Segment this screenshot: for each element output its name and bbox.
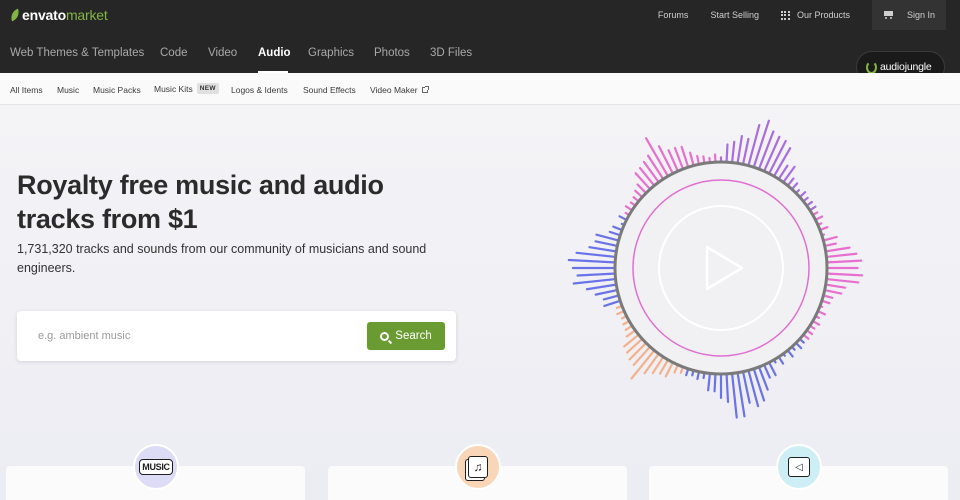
audiojungle-label: audiojungle <box>880 61 932 73</box>
video-maker-label: Video Maker <box>370 85 418 95</box>
music-category-icon: MUSIC <box>133 444 179 490</box>
top-bar: envato market Forums Start Selling Our P… <box>0 0 960 30</box>
cat-web-themes[interactable]: Web Themes & Templates <box>10 47 144 59</box>
search-button[interactable]: Search <box>367 322 445 350</box>
music-kits-label: Music Kits <box>154 83 193 94</box>
sub-music[interactable]: Music <box>57 85 79 95</box>
sub-video-maker[interactable]: Video Maker <box>370 85 429 95</box>
new-badge: NEW <box>196 83 219 94</box>
player-disc <box>613 160 829 376</box>
sub-nav: All Items Music Music Packs Music Kits N… <box>0 73 960 105</box>
search-icon <box>380 331 390 341</box>
grid-icon <box>780 10 790 20</box>
music-pack-icon: ♫ <box>468 456 488 478</box>
audio-visualizer <box>567 119 864 419</box>
search-input[interactable] <box>29 323 359 349</box>
envato-market-logo[interactable]: envato market <box>8 6 108 24</box>
sub-sound-effects[interactable]: Sound Effects <box>303 85 356 95</box>
hero-headline: Royalty free music and audio tracks from… <box>17 170 384 234</box>
sub-all-items[interactable]: All Items <box>10 85 43 95</box>
sub-music-kits[interactable]: Music Kits NEW <box>154 83 219 94</box>
start-selling-link[interactable]: Start Selling <box>710 10 759 20</box>
leaf-icon <box>8 8 22 22</box>
hero-subline: 1,731,320 tracks and sounds from our com… <box>17 242 427 275</box>
top-links: Forums Start Selling Our Products Sign I… <box>658 0 960 30</box>
speaker-icon: ◁ <box>788 457 810 477</box>
sub-music-packs[interactable]: Music Packs <box>93 85 141 95</box>
cart-icon <box>883 10 895 20</box>
search-button-label: Search <box>395 330 432 342</box>
visualizer-bar <box>567 258 623 264</box>
sound-effects-category-icon: ◁ <box>776 444 822 490</box>
cat-3d-files[interactable]: 3D Files <box>430 47 472 59</box>
sign-in-label: Sign In <box>906 10 936 20</box>
cat-audio[interactable]: Audio <box>258 47 291 59</box>
logo-suffix: market <box>65 7 108 23</box>
cat-code[interactable]: Code <box>160 47 188 59</box>
external-link-icon <box>421 86 429 93</box>
our-products-link[interactable]: Our Products <box>780 10 850 20</box>
our-products-label: Our Products <box>796 10 850 20</box>
music-tag-icon: MUSIC <box>139 459 173 475</box>
music-pack-category-icon: ♫ <box>455 444 501 490</box>
cat-graphics[interactable]: Graphics <box>308 47 354 59</box>
category-nav: Web Themes & Templates Code Video Audio … <box>0 30 960 73</box>
cat-video[interactable]: Video <box>208 47 237 59</box>
forums-link[interactable]: Forums <box>658 10 689 20</box>
search-box: Search <box>17 311 456 361</box>
audiojungle-logo-icon <box>866 60 877 74</box>
visualizer-bar <box>730 366 738 419</box>
cat-photos[interactable]: Photos <box>374 47 410 59</box>
sign-in-button[interactable]: Sign In <box>872 0 946 30</box>
logo-brand: envato <box>22 7 66 23</box>
sub-logos-idents[interactable]: Logos & Idents <box>231 85 288 95</box>
